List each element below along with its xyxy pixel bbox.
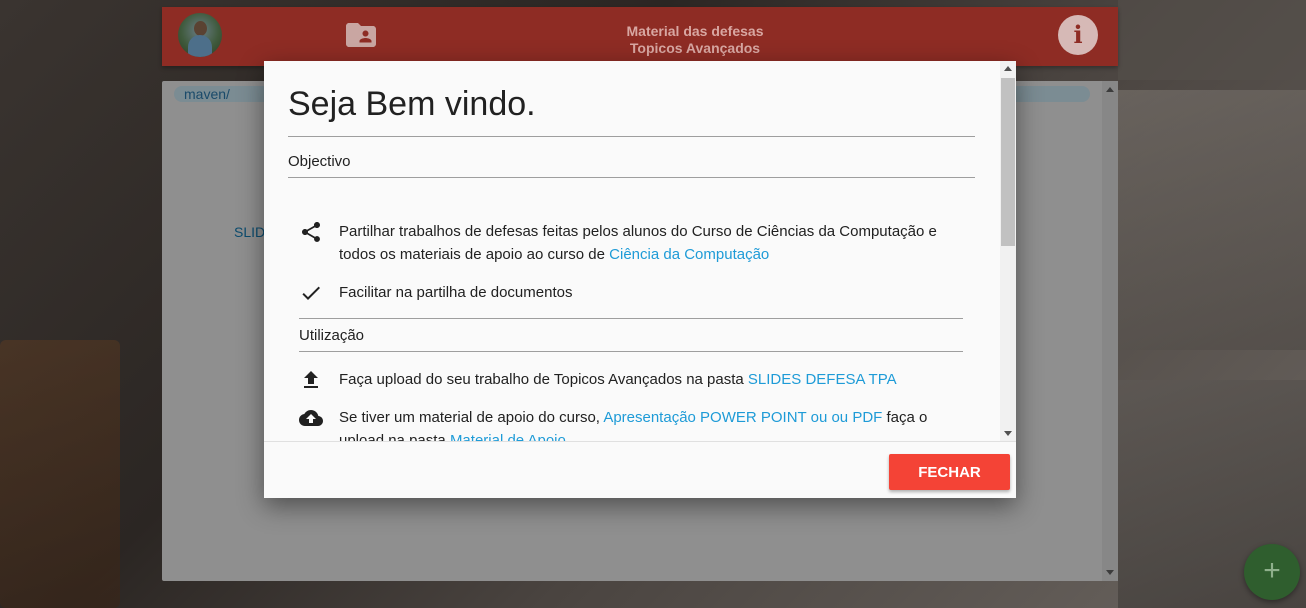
scroll-up-icon[interactable] bbox=[1106, 87, 1114, 92]
background-image bbox=[0, 340, 120, 608]
folder-link-slides[interactable]: SLID bbox=[234, 224, 265, 240]
list-item: Partilhar trabalhos de defesas feitas pe… bbox=[299, 220, 959, 266]
info-button[interactable]: i bbox=[1058, 15, 1098, 55]
scroll-down-icon[interactable] bbox=[1106, 570, 1114, 575]
link-apresentacao[interactable]: Apresentação POWER POINT ou ou PDF bbox=[603, 409, 882, 426]
avatar-head bbox=[194, 21, 207, 36]
cloud-upload-icon bbox=[299, 410, 323, 426]
folder-shared-icon[interactable] bbox=[341, 17, 381, 53]
scrollbar-thumb[interactable] bbox=[1001, 78, 1015, 246]
share-icon bbox=[302, 222, 320, 242]
list-item-text: Faça upload do seu trabalho de Topicos A… bbox=[339, 368, 949, 391]
welcome-dialog: Seja Bem vindo. Objectivo Partilhar trab… bbox=[264, 61, 1016, 498]
list-item-text: Facilitar na partilha de documentos bbox=[339, 281, 949, 304]
item-text: Se tiver um material de apoio do curso, bbox=[339, 409, 604, 426]
panel-scrollbar[interactable] bbox=[1102, 81, 1118, 581]
add-button[interactable]: + bbox=[1244, 544, 1300, 600]
page-title: Material das defesas Topicos Avançados bbox=[562, 23, 828, 57]
info-icon: i bbox=[1073, 20, 1083, 49]
divider bbox=[299, 318, 963, 319]
scroll-down-icon[interactable] bbox=[1004, 431, 1012, 436]
link-material-de-apoio[interactable]: Material de Apoio bbox=[450, 432, 566, 441]
section-usage: Utilização bbox=[299, 327, 365, 344]
avatar-body bbox=[188, 35, 212, 57]
dialog-footer: FECHAR bbox=[264, 441, 1016, 499]
background-image bbox=[1118, 90, 1306, 350]
divider bbox=[288, 136, 975, 137]
section-objective: Objectivo bbox=[288, 153, 351, 170]
dialog-scrollbar[interactable] bbox=[1000, 61, 1016, 441]
list-item: Facilitar na partilha de documentos bbox=[299, 281, 959, 305]
app-header: Material das defesas Topicos Avançados i bbox=[162, 7, 1118, 66]
close-button[interactable]: FECHAR bbox=[889, 454, 1010, 490]
list-item: Se tiver um material de apoio do curso, … bbox=[299, 406, 959, 441]
divider bbox=[288, 177, 975, 178]
link-slides-defesa-tpa[interactable]: SLIDES DEFESA TPA bbox=[748, 371, 897, 388]
link-ciencia-computacao[interactable]: Ciência da Computação bbox=[609, 246, 769, 263]
divider bbox=[299, 351, 963, 352]
check-icon bbox=[302, 286, 320, 300]
item-text: Faça upload do seu trabalho de Topicos A… bbox=[339, 371, 748, 388]
dialog-content: Seja Bem vindo. Objectivo Partilhar trab… bbox=[264, 61, 1016, 441]
background-image bbox=[1118, 0, 1306, 80]
title-line-2: Topicos Avançados bbox=[629, 40, 761, 56]
upload-icon bbox=[304, 371, 318, 388]
avatar[interactable] bbox=[178, 13, 222, 57]
dialog-title: Seja Bem vindo. bbox=[288, 85, 536, 123]
item-text: Facilitar na partilha de documentos bbox=[339, 284, 573, 301]
title-line-1: Material das defesas bbox=[626, 23, 764, 39]
list-item-text: Se tiver um material de apoio do curso, … bbox=[339, 406, 949, 441]
scroll-up-icon[interactable] bbox=[1004, 66, 1012, 71]
list-item: Faça upload do seu trabalho de Topicos A… bbox=[299, 368, 959, 392]
list-item-text: Partilhar trabalhos de defesas feitas pe… bbox=[339, 220, 949, 266]
